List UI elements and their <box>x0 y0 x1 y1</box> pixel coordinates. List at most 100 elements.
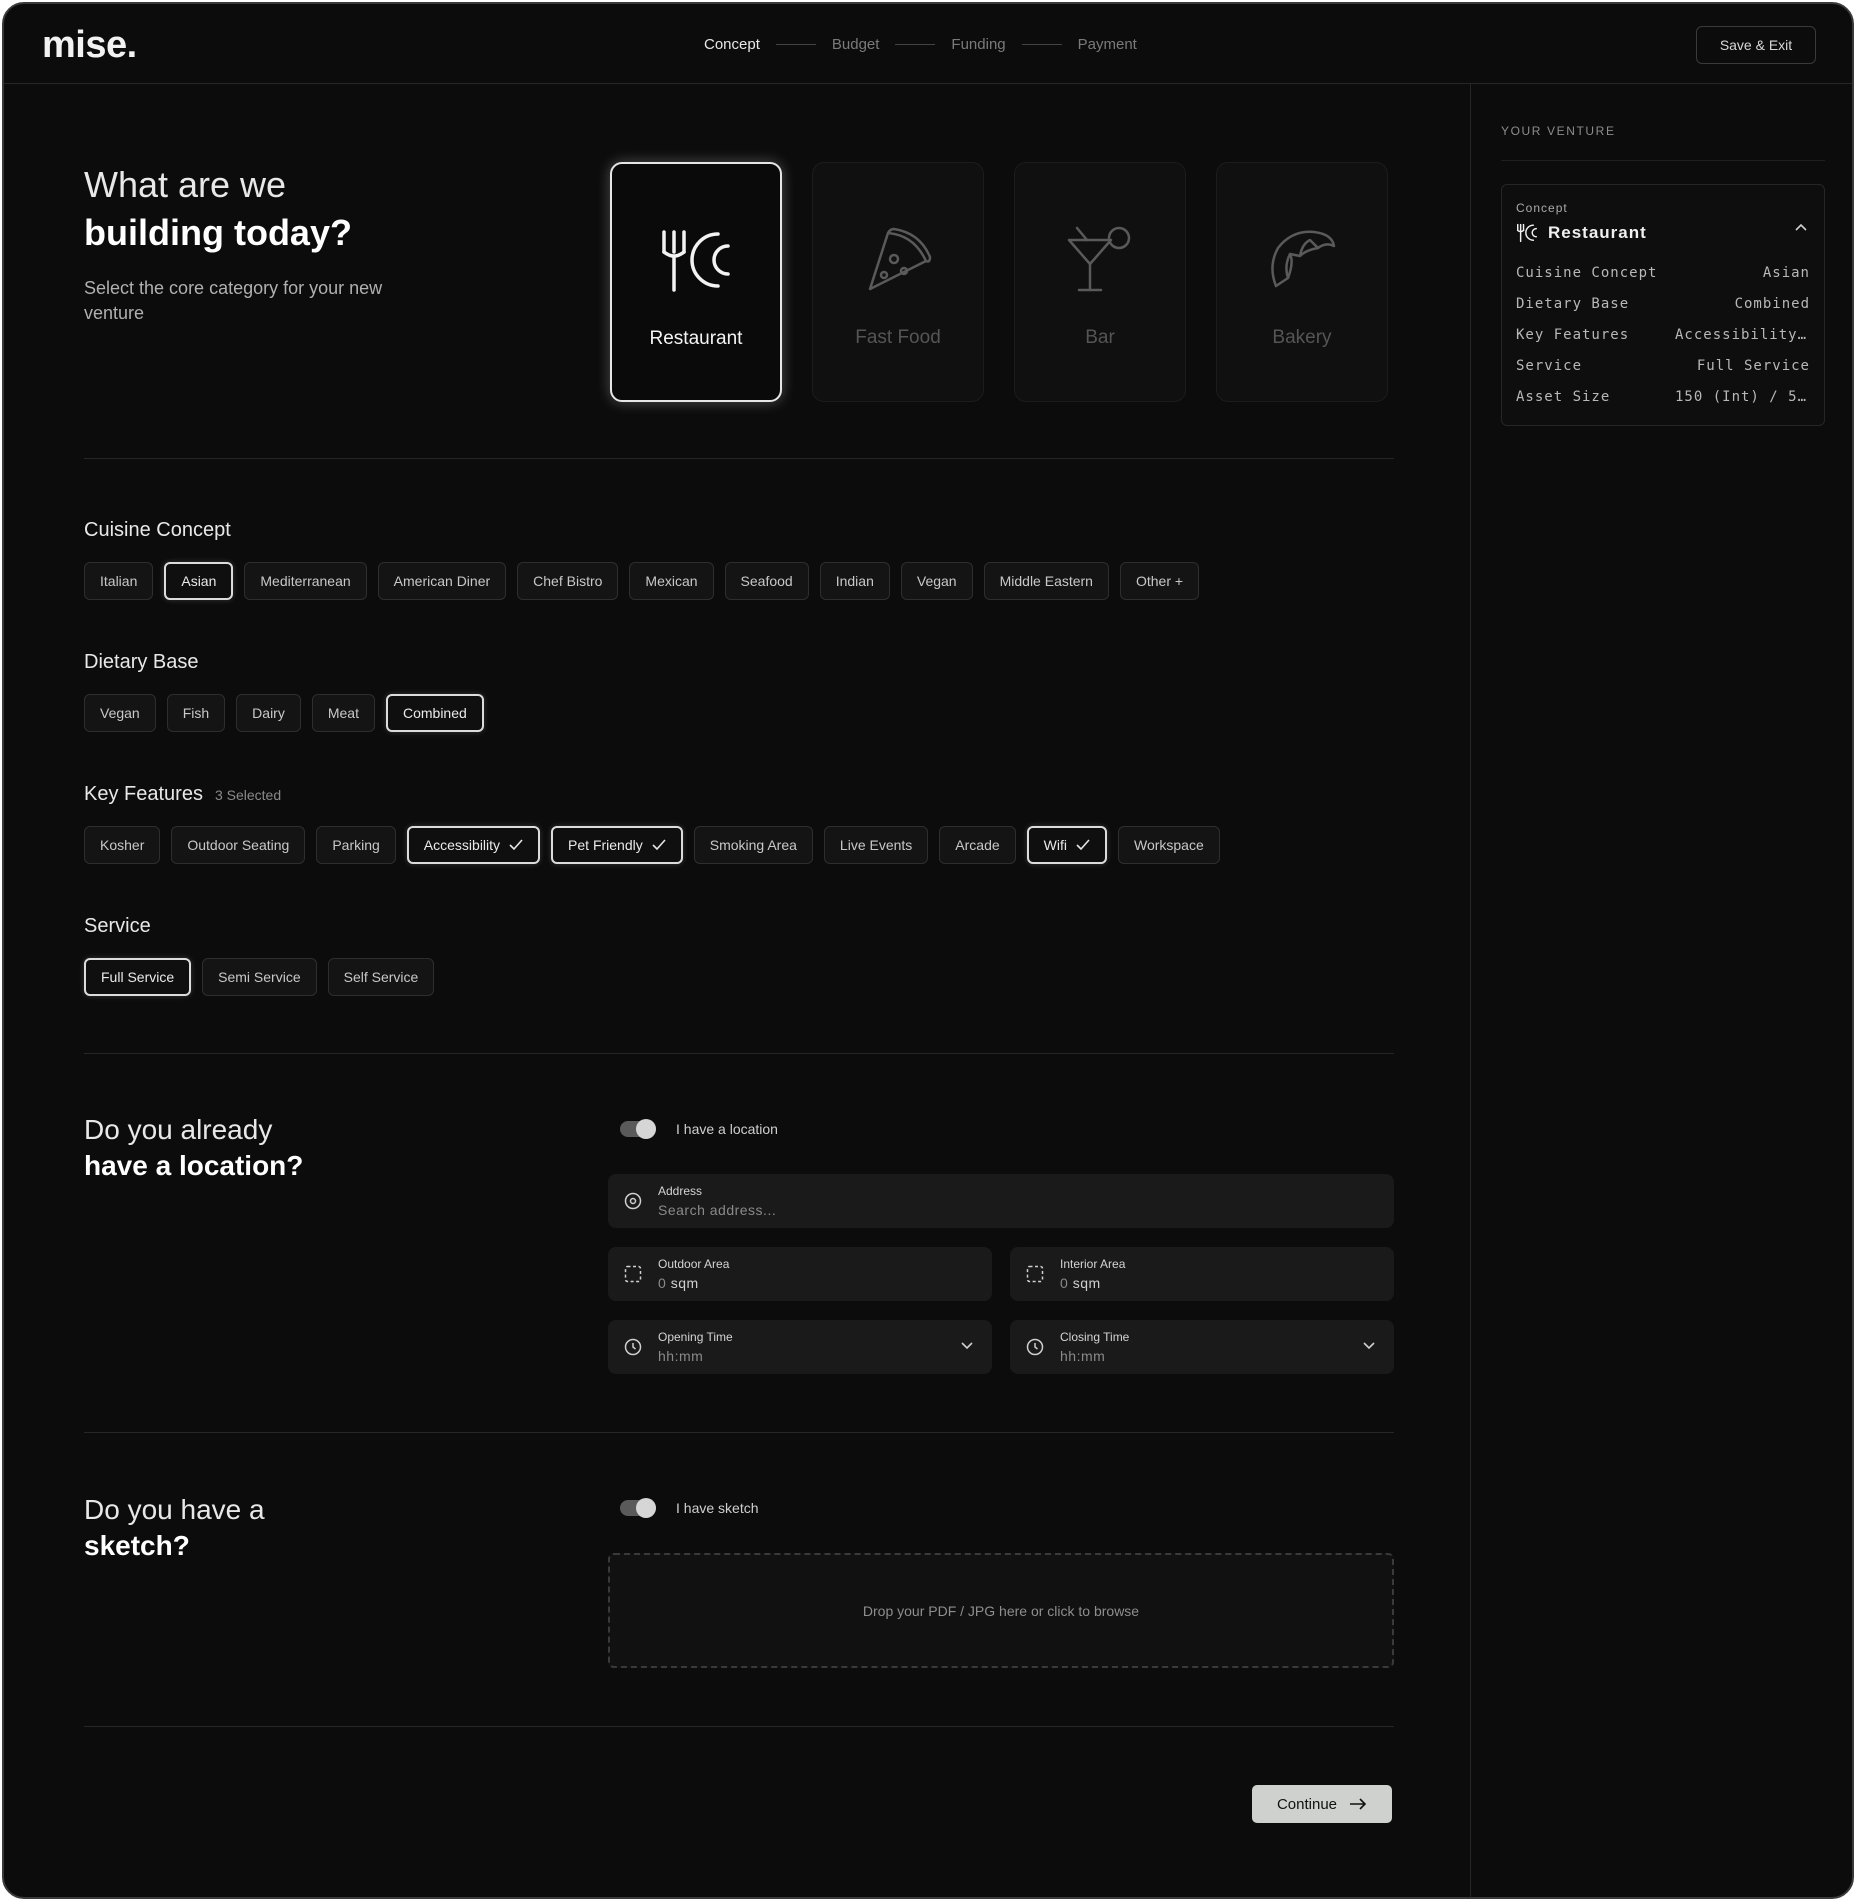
step-funding[interactable]: Funding <box>951 36 1005 53</box>
opening-time-field[interactable]: Opening Time hh:mm <box>608 1320 992 1374</box>
summary-key: Dietary Base <box>1516 296 1630 312</box>
chip-dairy[interactable]: Dairy <box>236 694 301 732</box>
chip-vegan[interactable]: Vegan <box>900 562 973 600</box>
chip-label: Pet Friendly <box>568 837 643 853</box>
closing-time-input[interactable]: hh:mm <box>1060 1348 1129 1364</box>
chip-semi-service[interactable]: Semi Service <box>202 958 317 996</box>
summary-row: Dietary Base Combined <box>1516 296 1810 327</box>
chip-accessibility[interactable]: Accessibility <box>406 826 541 864</box>
location-toggle-row: I have a location <box>620 1119 778 1139</box>
summary-key: Key Features <box>1516 327 1630 343</box>
chip-label: Smoking Area <box>709 837 797 853</box>
chip-label: Outdoor Seating <box>187 837 290 853</box>
chip-middle-eastern[interactable]: Middle Eastern <box>983 562 1109 600</box>
dropzone-text: Drop your PDF / JPG here or click to bro… <box>862 1602 1140 1619</box>
chip-vegan[interactable]: Vegan <box>84 694 156 732</box>
chevron-down-icon[interactable] <box>960 1338 974 1357</box>
category-card-bakery[interactable]: Bakery <box>1216 162 1388 402</box>
section-title: Dietary Base <box>84 651 484 674</box>
toggle-knob <box>636 1119 656 1139</box>
interior-area-value[interactable]: 0 <box>1060 1275 1068 1291</box>
outdoor-area-value[interactable]: 0 <box>658 1275 666 1291</box>
croissant-icon <box>1266 221 1338 299</box>
opening-time-input[interactable]: hh:mm <box>658 1348 733 1364</box>
closing-time-field[interactable]: Closing Time hh:mm <box>1010 1320 1394 1374</box>
chip-parking[interactable]: Parking <box>316 826 396 864</box>
category-card-fast-food[interactable]: Fast Food <box>812 162 984 402</box>
chip-label: Kosher <box>100 837 145 853</box>
chip-outdoor-seating[interactable]: Outdoor Seating <box>171 826 306 864</box>
summary-key: Service <box>1516 358 1583 374</box>
sketch-dropzone[interactable]: Drop your PDF / JPG here or click to bro… <box>608 1553 1394 1668</box>
address-input[interactable]: Search address... <box>658 1202 776 1218</box>
outdoor-area-field[interactable]: Outdoor Area 0 sqm <box>608 1247 992 1301</box>
features-title: Key Features <box>84 783 203 805</box>
chip-fish[interactable]: Fish <box>166 694 226 732</box>
step-budget[interactable]: Budget <box>832 36 880 53</box>
chip-self-service[interactable]: Self Service <box>327 958 435 996</box>
chip-full-service[interactable]: Full Service <box>84 958 192 996</box>
interior-area-unit: sqm <box>1072 1275 1101 1291</box>
chip-combined[interactable]: Combined <box>385 694 484 732</box>
cuisine-chips: Italian Asian Mediterranean American Din… <box>84 562 1200 600</box>
chevron-up-icon[interactable] <box>1794 221 1808 240</box>
chip-indian[interactable]: Indian <box>819 562 890 600</box>
category-label: Restaurant <box>649 328 743 349</box>
chip-pet-friendly[interactable]: Pet Friendly <box>551 826 683 864</box>
summary-value: Full Service <box>1696 358 1810 374</box>
check-icon <box>652 839 666 851</box>
chip-asian[interactable]: Asian <box>164 562 234 600</box>
chip-wifi[interactable]: Wifi <box>1026 826 1107 864</box>
step-payment[interactable]: Payment <box>1078 36 1137 53</box>
section-title: Service <box>84 915 434 938</box>
chip-seafood[interactable]: Seafood <box>724 562 809 600</box>
interior-area-field[interactable]: Interior Area 0 sqm <box>1010 1247 1394 1301</box>
chip-meat[interactable]: Meat <box>311 694 375 732</box>
step-concept[interactable]: Concept <box>704 36 760 53</box>
chip-smoking-area[interactable]: Smoking Area <box>693 826 813 864</box>
summary-rows: Cuisine Concept Asian Dietary Base Combine… <box>1516 265 1810 420</box>
location-question: Do you already have a location? <box>84 1112 303 1184</box>
venture-summary-card[interactable]: Concept Restaurant Cuisine Concept Asian … <box>1501 184 1825 426</box>
chip-mediterranean[interactable]: Mediterranean <box>244 562 367 600</box>
summary-key: Cuisine Concept <box>1516 265 1658 281</box>
map-pin-icon <box>608 1192 658 1210</box>
address-field[interactable]: Address Search address... <box>608 1174 1394 1228</box>
cocktail-icon <box>1065 221 1135 299</box>
sketch-question: Do you have a sketch? <box>84 1492 265 1564</box>
dashed-square-icon <box>608 1265 658 1283</box>
summary-title: Restaurant <box>1548 223 1647 242</box>
hero-subtitle: Select the core category for your new ve… <box>84 278 383 323</box>
chip-american-diner[interactable]: American Diner <box>377 562 507 600</box>
check-icon <box>509 839 523 851</box>
chevron-down-icon[interactable] <box>1362 1338 1376 1357</box>
chip-italian[interactable]: Italian <box>84 562 154 600</box>
category-label: Bakery <box>1272 327 1332 348</box>
continue-button[interactable]: Continue <box>1252 1785 1392 1823</box>
chip-mexican[interactable]: Mexican <box>629 562 714 600</box>
category-card-restaurant[interactable]: Restaurant <box>610 162 782 402</box>
fork-plate-icon <box>658 222 734 300</box>
chip-other[interactable]: Other + <box>1119 562 1200 600</box>
sketch-toggle[interactable] <box>620 1498 656 1518</box>
sketch-toggle-row: I have sketch <box>620 1498 759 1518</box>
logo: mise. <box>42 24 137 66</box>
app-window: mise. Concept Budget Funding Payment Sav… <box>2 2 1854 1899</box>
section-title: Key Features 3 Selected <box>84 783 1220 806</box>
cuisine-title: Cuisine Concept <box>84 519 231 541</box>
chip-chef-bistro[interactable]: Chef Bistro <box>517 562 619 600</box>
summary-label: Concept <box>1516 201 1568 215</box>
chip-kosher[interactable]: Kosher <box>84 826 161 864</box>
chip-live-events[interactable]: Live Events <box>823 826 929 864</box>
chip-arcade[interactable]: Arcade <box>939 826 1016 864</box>
dietary-title: Dietary Base <box>84 651 199 673</box>
chip-workspace[interactable]: Workspace <box>1117 826 1220 864</box>
step-connector <box>895 44 936 45</box>
top-bar: mise. Concept Budget Funding Payment Sav… <box>4 4 1852 84</box>
hero-title-light: What are we <box>84 164 287 205</box>
address-label: Address <box>658 1184 703 1198</box>
category-card-bar[interactable]: Bar <box>1014 162 1186 402</box>
save-exit-button[interactable]: Save & Exit <box>1696 26 1816 64</box>
location-toggle[interactable] <box>620 1119 656 1139</box>
chip-label: Parking <box>332 837 380 853</box>
